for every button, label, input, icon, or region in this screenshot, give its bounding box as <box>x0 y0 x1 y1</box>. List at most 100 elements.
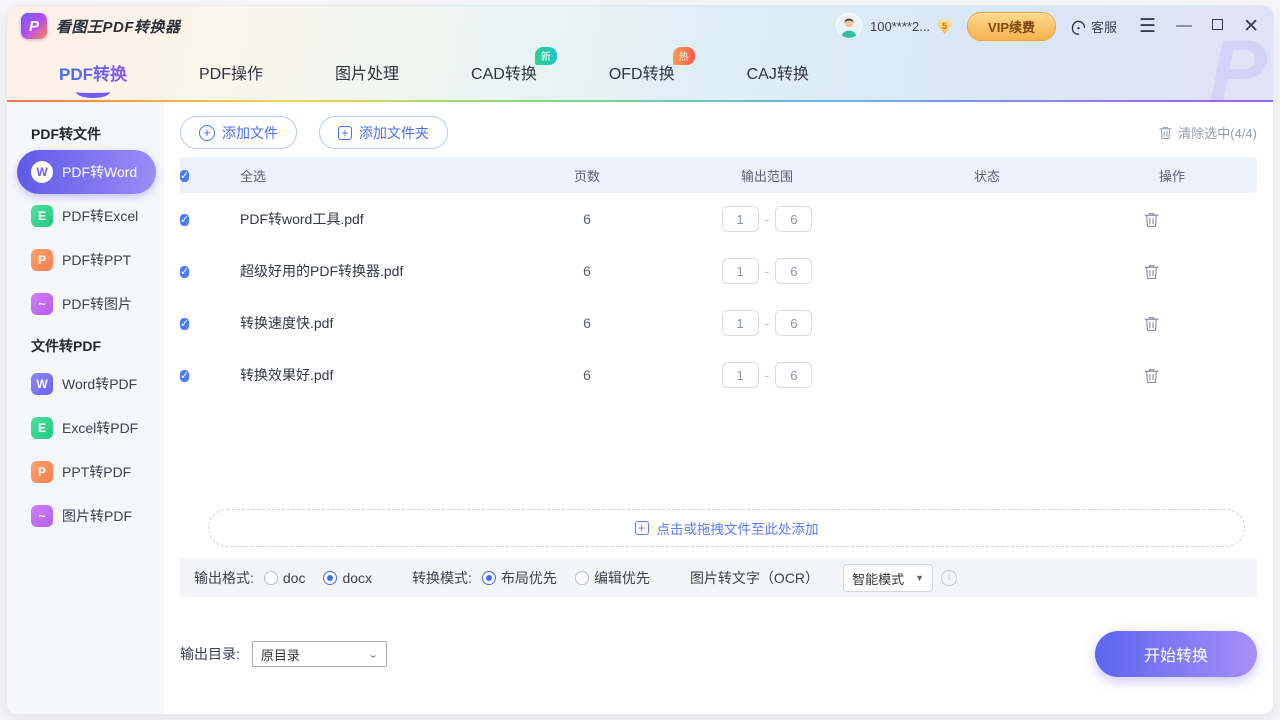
sidebar-item-label: Excel转PDF <box>62 418 138 438</box>
table-row: ✓ PDF转word工具.pdf 6 - <box>180 193 1257 245</box>
delete-row-button[interactable] <box>1144 263 1159 280</box>
support-label: 客服 <box>1091 17 1117 36</box>
add-folder-button[interactable]: + 添加文件夹 <box>319 116 448 149</box>
radio-layout-first[interactable]: 布局优先 <box>482 568 557 588</box>
file-name: PDF转word工具.pdf <box>224 209 527 229</box>
sidebar-item-label: PDF转图片 <box>62 294 132 314</box>
sidebar-item-pdf-to-ppt[interactable]: P PDF转PPT <box>17 238 156 282</box>
tab-pdf-operate[interactable]: PDF操作 <box>199 60 263 84</box>
user-avatar[interactable] <box>836 13 862 39</box>
tab-image-process[interactable]: 图片处理 <box>335 60 399 84</box>
image-icon: ~ <box>31 293 53 315</box>
radio-icon[interactable] <box>482 571 496 585</box>
delete-row-button[interactable] <box>1144 367 1159 384</box>
output-dir-label: 输出目录: <box>180 644 240 664</box>
app-logo-icon: P <box>21 13 47 39</box>
vip-renew-button[interactable]: VIP续费 <box>967 12 1056 41</box>
person-icon <box>837 14 861 38</box>
app-window: P 看图王PDF转换器 100****2... 5 VIP续费 <box>7 6 1273 714</box>
radio-icon[interactable] <box>575 571 589 585</box>
file-name: 转换效果好.pdf <box>224 365 527 385</box>
ocr-label: 图片转文字（OCR） <box>690 568 819 588</box>
ppt-icon: P <box>31 249 53 271</box>
tab-pdf-convert[interactable]: PDF转换 <box>59 60 127 98</box>
sidebar-item-word-to-pdf[interactable]: W Word转PDF <box>17 362 156 406</box>
active-tab-underline <box>76 86 110 98</box>
page-count: 6 <box>527 211 647 227</box>
info-icon[interactable]: i <box>941 570 957 586</box>
maximize-button[interactable] <box>1212 18 1223 34</box>
output-format-label: 输出格式: <box>194 568 254 588</box>
table-row: ✓ 转换效果好.pdf 6 - <box>180 349 1257 401</box>
row-checkbox[interactable]: ✓ <box>180 266 189 278</box>
radio-icon[interactable] <box>264 571 278 585</box>
sidebar-item-image-to-pdf[interactable]: ~ 图片转PDF <box>17 494 156 538</box>
chevron-down-icon: ▼ <box>915 573 924 583</box>
delete-row-button[interactable] <box>1144 315 1159 332</box>
header-pages: 页数 <box>527 166 647 185</box>
radio-docx[interactable]: docx <box>323 570 372 586</box>
excel-icon: E <box>31 417 53 439</box>
range-from-input[interactable] <box>722 310 759 336</box>
header: P 看图王PDF转换器 100****2... 5 VIP续费 <box>7 6 1273 102</box>
sidebar-item-label: PDF转Excel <box>62 206 138 226</box>
word-icon: W <box>31 161 53 183</box>
output-dir-select[interactable]: 原目录 ⌄ <box>252 641 387 667</box>
tab-ofd-convert[interactable]: OFD转换 热 <box>609 60 675 84</box>
headset-icon <box>1070 18 1087 35</box>
logo-watermark: P <box>1210 37 1267 106</box>
file-plus-icon: + <box>635 521 649 535</box>
sidebar-item-label: Word转PDF <box>62 374 137 394</box>
range-to-input[interactable] <box>775 206 812 232</box>
radio-icon[interactable] <box>323 571 337 585</box>
add-file-button[interactable]: + 添加文件 <box>180 116 297 149</box>
header-action: 操作 <box>1087 166 1257 185</box>
level-badge: 5 <box>936 18 953 34</box>
ocr-mode-select[interactable]: 智能模式 ▼ <box>843 564 933 592</box>
menu-icon[interactable]: ☰ <box>1139 17 1156 36</box>
sidebar-item-pdf-to-word[interactable]: W PDF转Word <box>17 150 156 194</box>
row-checkbox[interactable]: ✓ <box>180 318 189 330</box>
sidebar-section-file-to-pdf: 文件转PDF <box>7 336 164 362</box>
close-button[interactable]: ✕ <box>1243 17 1259 36</box>
page-count: 6 <box>527 263 647 279</box>
header-select-all-label: 全选 <box>224 166 527 185</box>
tab-caj-convert[interactable]: CAJ转换 <box>747 60 809 84</box>
chevron-down-icon: ⌄ <box>369 649 378 659</box>
range-from-input[interactable] <box>722 362 759 388</box>
sidebar-item-label: 图片转PDF <box>62 506 132 526</box>
sidebar-item-excel-to-pdf[interactable]: E Excel转PDF <box>17 406 156 450</box>
header-status: 状态 <box>887 166 1087 185</box>
tab-cad-convert[interactable]: CAD转换 新 <box>471 60 537 84</box>
sidebar-item-pdf-to-image[interactable]: ~ PDF转图片 <box>17 282 156 326</box>
radio-doc[interactable]: doc <box>264 570 306 586</box>
minimize-button[interactable]: — <box>1176 18 1192 34</box>
range-to-input[interactable] <box>775 362 812 388</box>
sidebar-item-ppt-to-pdf[interactable]: P PPT转PDF <box>17 450 156 494</box>
range-to-input[interactable] <box>775 310 812 336</box>
trash-icon <box>1159 125 1172 140</box>
word-icon: W <box>31 373 53 395</box>
range-to-input[interactable] <box>775 258 812 284</box>
username[interactable]: 100****2... <box>870 19 930 34</box>
file-dropzone[interactable]: + 点击或拖拽文件至此处添加 <box>208 509 1245 547</box>
range-from-input[interactable] <box>722 206 759 232</box>
clear-selected-button[interactable]: 清除选中(4/4) <box>1159 123 1257 142</box>
table-header: ✓ 全选 页数 输出范围 状态 操作 <box>180 157 1257 193</box>
hot-badge: 热 <box>673 47 695 65</box>
row-checkbox[interactable]: ✓ <box>180 370 189 382</box>
row-checkbox[interactable]: ✓ <box>180 214 189 226</box>
plus-circle-icon: + <box>199 125 215 141</box>
select-all-checkbox[interactable]: ✓ <box>180 170 189 182</box>
range-from-input[interactable] <box>722 258 759 284</box>
start-convert-button[interactable]: 开始转换 <box>1095 631 1257 677</box>
radio-edit-first[interactable]: 编辑优先 <box>575 568 650 588</box>
folder-plus-icon: + <box>338 126 352 140</box>
table-row: ✓ 超级好用的PDF转换器.pdf 6 - <box>180 245 1257 297</box>
sidebar-section-pdf-to-file: PDF转文件 <box>7 124 164 150</box>
titlebar: P 看图王PDF转换器 100****2... 5 VIP续费 <box>7 6 1273 46</box>
customer-support-button[interactable]: 客服 <box>1070 17 1117 36</box>
delete-row-button[interactable] <box>1144 211 1159 228</box>
header-range: 输出范围 <box>647 166 887 185</box>
sidebar-item-pdf-to-excel[interactable]: E PDF转Excel <box>17 194 156 238</box>
